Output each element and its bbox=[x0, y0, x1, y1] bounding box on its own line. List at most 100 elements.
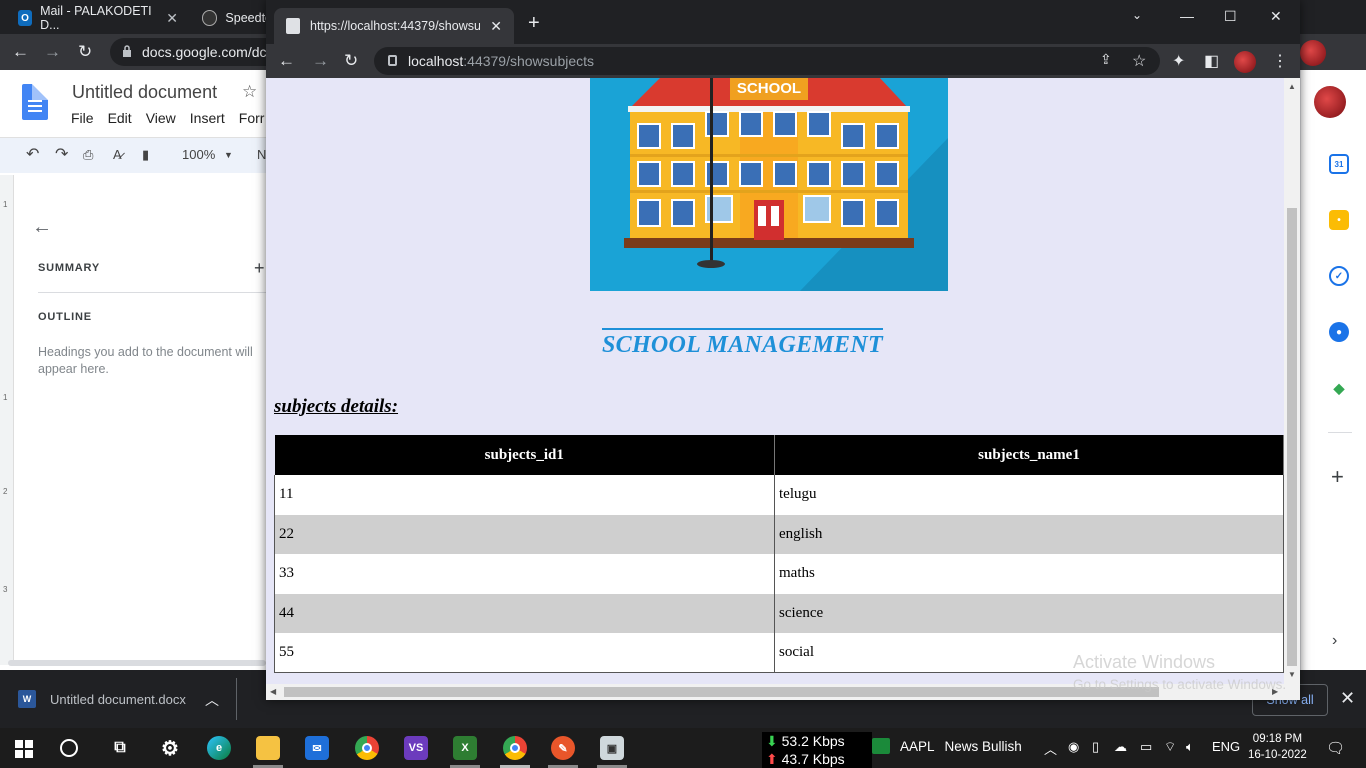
side-panel-icon[interactable]: ◧ bbox=[1204, 51, 1219, 71]
summary-label: SUMMARY bbox=[38, 262, 101, 274]
profile-avatar[interactable] bbox=[1234, 51, 1256, 73]
scroll-thumb[interactable] bbox=[1287, 208, 1297, 666]
profile-avatar[interactable] bbox=[1300, 40, 1326, 66]
ruler-mark: 2 bbox=[3, 487, 8, 496]
redo-icon[interactable]: ↷ bbox=[55, 144, 68, 164]
excel-like-app-icon[interactable]: X bbox=[453, 736, 477, 760]
close-icon[interactable]: ✕ bbox=[490, 18, 502, 35]
postman-icon[interactable]: ✎ bbox=[551, 736, 575, 760]
chevron-down-icon[interactable]: ⌄ bbox=[1132, 8, 1142, 22]
zoom-select[interactable]: 100% bbox=[182, 147, 215, 162]
vertical-scrollbar[interactable]: ▲ ▼ bbox=[1284, 78, 1300, 684]
divider bbox=[1328, 432, 1352, 433]
task-view-icon[interactable]: ⧉ bbox=[108, 736, 132, 760]
share-icon[interactable]: ⇪ bbox=[1100, 51, 1112, 68]
scroll-left-icon[interactable]: ◀ bbox=[270, 687, 276, 696]
calendar-icon[interactable]: 31 bbox=[1329, 154, 1349, 174]
back-arrow-icon[interactable]: ← bbox=[278, 51, 295, 71]
cell-subject-id: 44 bbox=[274, 593, 775, 634]
account-avatar[interactable] bbox=[1314, 86, 1346, 118]
notifications-icon[interactable]: 🗨︎ bbox=[1326, 739, 1345, 757]
stock-widget[interactable]: AAPL News Bullish bbox=[872, 738, 1022, 754]
maps-icon[interactable]: ◆ bbox=[1329, 378, 1349, 398]
close-icon[interactable]: ✕ bbox=[166, 10, 178, 27]
upload-arrow-icon: ⬆ bbox=[766, 751, 778, 767]
star-icon[interactable]: ☆ bbox=[242, 82, 257, 102]
tasks-icon[interactable]: ✓ bbox=[1329, 266, 1349, 286]
search-icon[interactable] bbox=[60, 739, 78, 757]
menu-dots-icon[interactable]: ⋮ bbox=[1272, 51, 1288, 71]
stock-chart-icon bbox=[872, 738, 890, 754]
record-icon[interactable]: ◉ bbox=[1068, 739, 1079, 755]
lock-icon bbox=[388, 55, 397, 66]
cell-subject-name: maths bbox=[774, 554, 1284, 594]
spellcheck-icon[interactable]: A̷ bbox=[113, 147, 122, 162]
add-summary-icon[interactable]: + bbox=[254, 258, 265, 279]
undo-icon[interactable]: ↶ bbox=[26, 144, 39, 164]
style-select[interactable]: N bbox=[257, 147, 266, 162]
tab-bar: https://localhost:44379/showsubj ✕ + ⌄ —… bbox=[266, 0, 1300, 44]
outline-label: OUTLINE bbox=[38, 311, 92, 323]
scroll-up-icon[interactable]: ▲ bbox=[1288, 82, 1296, 91]
new-tab-icon[interactable]: + bbox=[528, 12, 540, 35]
cloud-icon[interactable]: ☁ bbox=[1114, 739, 1127, 755]
volume-icon[interactable]: 🔈︎ bbox=[1186, 739, 1194, 755]
extensions-icon[interactable]: ✦ bbox=[1172, 51, 1185, 71]
outline-panel: ← SUMMARY + OUTLINE Headings you add to … bbox=[14, 188, 278, 668]
forward-arrow-icon[interactable]: → bbox=[44, 42, 61, 62]
close-icon[interactable]: ✕ bbox=[1340, 688, 1355, 709]
cell-subject-name: telugu bbox=[774, 475, 1284, 515]
battery-icon[interactable]: ▭ bbox=[1140, 739, 1152, 755]
minimize-icon[interactable]: — bbox=[1180, 8, 1194, 24]
bookmark-star-icon[interactable]: ☆ bbox=[1132, 51, 1146, 71]
menu-edit[interactable]: Edit bbox=[108, 110, 132, 126]
horizontal-scrollbar[interactable] bbox=[8, 660, 266, 666]
maximize-icon[interactable]: ☐ bbox=[1224, 8, 1237, 25]
document-title[interactable]: Untitled document bbox=[72, 82, 217, 103]
clock[interactable]: 09:18 PM 16-10-2022 bbox=[1248, 731, 1307, 763]
school-image: SCHOOL bbox=[590, 78, 948, 291]
language-indicator[interactable]: ENG bbox=[1212, 739, 1240, 754]
edge-icon[interactable]: e bbox=[207, 736, 231, 760]
mail-icon[interactable]: ✉ bbox=[305, 736, 329, 760]
active-tab[interactable]: https://localhost:44379/showsubj ✕ bbox=[274, 8, 514, 44]
keep-icon[interactable]: • bbox=[1329, 210, 1349, 230]
settings-gear-icon[interactable]: ⚙ bbox=[158, 736, 182, 760]
scroll-thumb[interactable] bbox=[284, 687, 1159, 697]
chrome-profile-icon[interactable] bbox=[503, 736, 527, 760]
chevron-down-icon[interactable]: ▼ bbox=[224, 150, 233, 160]
menu-insert[interactable]: Insert bbox=[190, 110, 225, 126]
contacts-icon[interactable]: ● bbox=[1329, 322, 1349, 342]
reload-icon[interactable]: ↻ bbox=[78, 42, 92, 62]
back-arrow-icon[interactable]: ← bbox=[32, 216, 52, 239]
file-explorer-icon[interactable] bbox=[256, 736, 280, 760]
scroll-down-icon[interactable]: ▼ bbox=[1288, 670, 1296, 679]
remote-desktop-icon[interactable]: ▣ bbox=[600, 736, 624, 760]
close-window-icon[interactable]: ✕ bbox=[1270, 8, 1282, 25]
tab-mail-label: Mail - PALAKODETI D... bbox=[40, 4, 152, 32]
download-item[interactable]: W Untitled document.docx bbox=[18, 690, 186, 708]
clock-date: 16-10-2022 bbox=[1248, 749, 1307, 761]
tab-mail[interactable]: O Mail - PALAKODETI D... ✕ bbox=[8, 4, 188, 32]
visual-studio-icon[interactable]: VS bbox=[404, 736, 428, 760]
add-addon-icon[interactable]: + bbox=[1331, 464, 1344, 490]
webcam-icon[interactable]: ▯ bbox=[1092, 739, 1099, 755]
menu-view[interactable]: View bbox=[146, 110, 176, 126]
menu-format[interactable]: Forr bbox=[239, 110, 265, 126]
paint-format-icon[interactable]: ▮ bbox=[142, 147, 149, 163]
url-field[interactable]: localhost:44379/showsubjects bbox=[374, 47, 1160, 75]
wifi-icon[interactable]: ⌔ bbox=[1164, 739, 1176, 755]
forward-arrow-icon[interactable]: → bbox=[312, 51, 329, 71]
back-arrow-icon[interactable]: ← bbox=[12, 42, 29, 62]
cell-subject-name: science bbox=[774, 593, 1284, 634]
docs-logo-icon[interactable] bbox=[22, 84, 48, 120]
chevron-right-icon[interactable]: › bbox=[1332, 632, 1337, 650]
windows-start-icon[interactable] bbox=[15, 740, 33, 758]
chrome-icon[interactable] bbox=[355, 736, 379, 760]
chevron-up-icon[interactable]: ︿ bbox=[205, 690, 219, 710]
chevron-up-icon[interactable]: ︿ bbox=[1044, 739, 1057, 758]
cell-subject-id: 22 bbox=[274, 514, 775, 555]
menu-file[interactable]: File bbox=[71, 110, 94, 126]
reload-icon[interactable]: ↻ bbox=[344, 51, 358, 71]
print-icon[interactable]: ⎙ bbox=[83, 147, 93, 163]
